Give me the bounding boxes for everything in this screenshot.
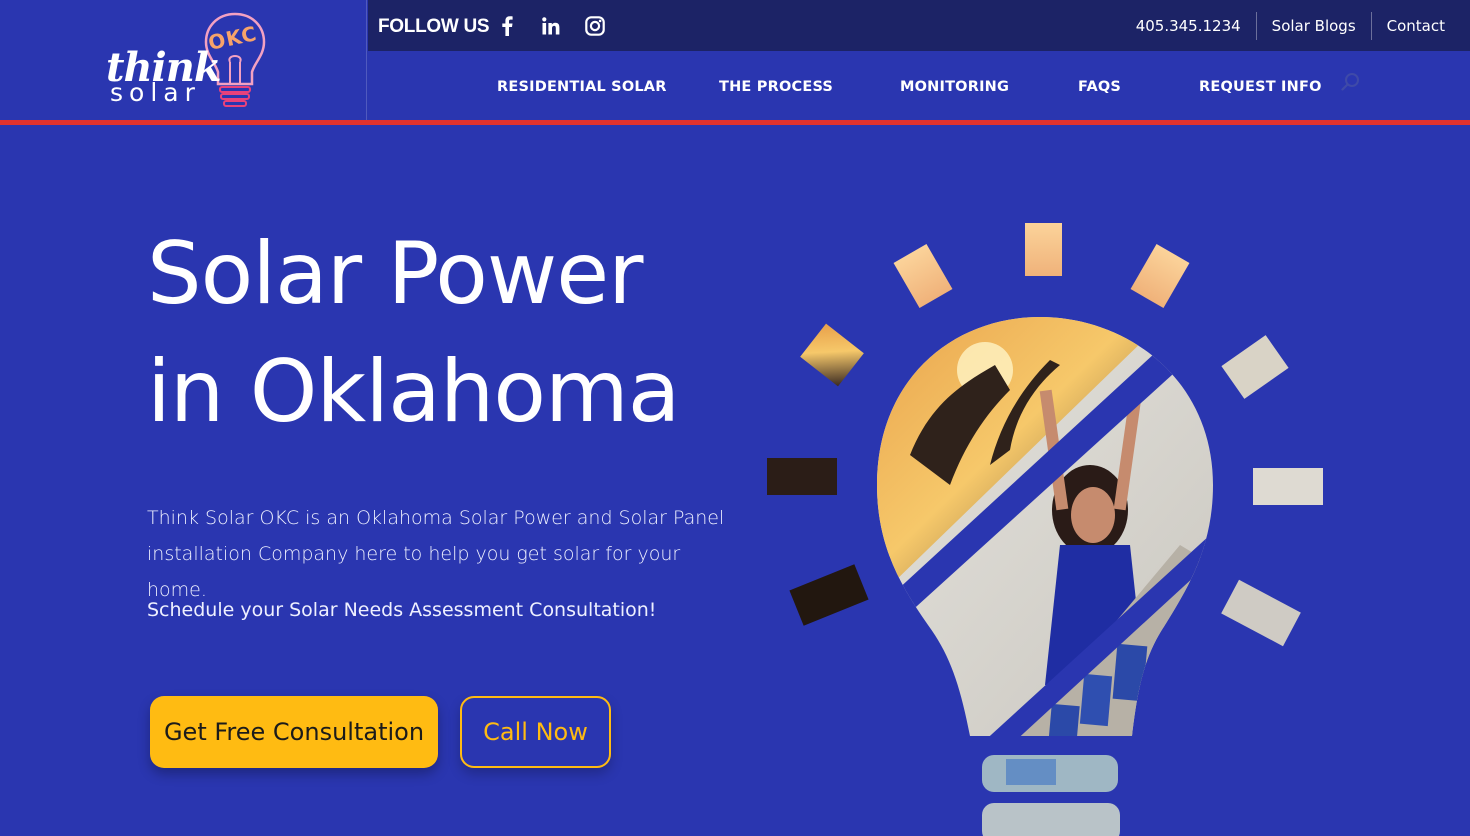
site-logo[interactable]: OKC think solar bbox=[100, 10, 270, 110]
nav-the-process[interactable]: THE PROCESS bbox=[719, 79, 833, 95]
logo-panel: OKC think solar bbox=[0, 0, 367, 120]
facebook-icon[interactable] bbox=[496, 15, 518, 37]
top-links: 405.345.1234 Solar Blogs Contact bbox=[1121, 0, 1470, 51]
bulb-base bbox=[982, 755, 1120, 836]
follow-us-label: FOLLOW US bbox=[378, 16, 490, 37]
get-free-consultation-button[interactable]: Get Free Consultation bbox=[150, 696, 438, 768]
call-now-button[interactable]: Call Now bbox=[460, 696, 611, 768]
solar-blogs-link[interactable]: Solar Blogs bbox=[1255, 11, 1371, 40]
search-icon[interactable] bbox=[1341, 72, 1361, 97]
nav-residential-solar[interactable]: RESIDENTIAL SOLAR bbox=[497, 79, 667, 95]
lightbulb-collage-image bbox=[767, 223, 1323, 836]
logo-text-solar: solar bbox=[110, 78, 201, 107]
hero-title: Solar Power in Oklahoma bbox=[147, 215, 767, 451]
main-nav: RESIDENTIAL SOLAR THE PROCESS MONITORING… bbox=[368, 51, 1470, 120]
hero-title-line-2: in Oklahoma bbox=[147, 342, 680, 442]
header-divider bbox=[0, 120, 1470, 125]
bulb-photos bbox=[877, 317, 1213, 736]
nav-monitoring[interactable]: MONITORING bbox=[900, 79, 1009, 95]
top-bar: FOLLOW US 405.345.1234 Solar Blogs Conta… bbox=[368, 0, 1470, 51]
instagram-icon[interactable] bbox=[584, 15, 606, 37]
hero-title-line-1: Solar Power bbox=[147, 224, 644, 324]
hero-subtext: Schedule your Solar Needs Assessment Con… bbox=[147, 599, 657, 621]
phone-link[interactable]: 405.345.1234 bbox=[1121, 12, 1256, 40]
nav-request-info[interactable]: REQUEST INFO bbox=[1199, 79, 1322, 95]
nav-faqs[interactable]: FAQS bbox=[1078, 79, 1121, 95]
contact-link[interactable]: Contact bbox=[1370, 11, 1470, 40]
linkedin-icon[interactable] bbox=[540, 15, 562, 37]
